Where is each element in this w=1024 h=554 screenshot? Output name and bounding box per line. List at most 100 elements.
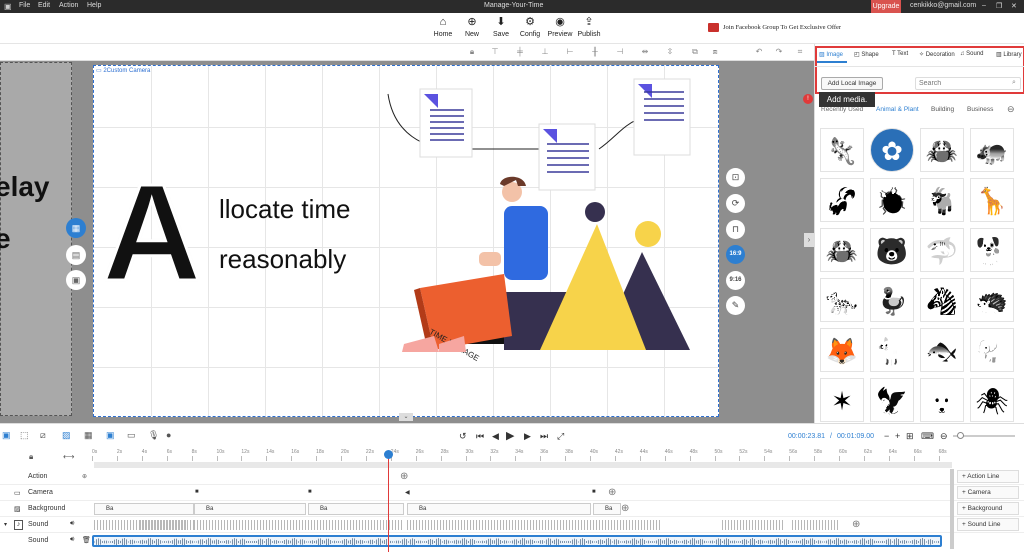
menu-edit[interactable]: Edit bbox=[38, 2, 50, 9]
sound-clip[interactable] bbox=[792, 520, 838, 530]
image-thumb-giraffe[interactable]: 🦒 bbox=[970, 178, 1014, 222]
tab-text[interactable]: T Text bbox=[892, 51, 908, 57]
sound-clip[interactable] bbox=[407, 520, 501, 530]
big-letter-a[interactable]: A bbox=[101, 163, 204, 304]
grid-toggle-button[interactable]: ▦ bbox=[66, 218, 86, 238]
publish-button[interactable]: ⇪ Publish bbox=[574, 15, 604, 38]
image-thumb-hippo[interactable]: 🦛 bbox=[970, 128, 1014, 172]
tab-shape[interactable]: ◰ Shape bbox=[854, 51, 879, 58]
config-button[interactable]: ⚙ Config bbox=[515, 15, 545, 38]
add-local-image-button[interactable]: Add Local Image bbox=[821, 77, 883, 90]
edit-frame-icon[interactable]: ⧄ bbox=[40, 430, 46, 441]
image-thumb-duck[interactable]: 🦆 bbox=[870, 278, 914, 322]
image-thumb-lizard[interactable]: 🦎 bbox=[820, 128, 864, 172]
collapse-timeline-button[interactable]: ⌄ bbox=[399, 413, 413, 421]
image-thumb-eagle[interactable]: 🦅 bbox=[870, 378, 914, 422]
time-management-illustration[interactable]: TIME MANAGE bbox=[384, 74, 719, 374]
preview-button[interactable]: ◉ Preview bbox=[545, 15, 575, 38]
image-thumb-panther[interactable]: 🐈 bbox=[870, 328, 914, 372]
image-thumb-fish[interactable]: 🐟 bbox=[920, 328, 964, 372]
menu-action[interactable]: Action bbox=[59, 2, 78, 9]
category-animal-plant[interactable]: Animal & Plant bbox=[876, 106, 919, 113]
tab-sound[interactable]: ♫ Sound bbox=[960, 51, 984, 57]
align-top-icon[interactable]: ⊤ bbox=[490, 47, 500, 57]
timeline-lock-icon[interactable]: 🔒︎ bbox=[29, 452, 33, 462]
image-thumb-crab-outline[interactable]: 🦀 bbox=[820, 228, 864, 272]
ungroup-icon[interactable]: ⧈ bbox=[710, 47, 720, 57]
fit-icon[interactable]: ⊞ bbox=[906, 431, 914, 442]
background-clip[interactable]: Ba bbox=[308, 503, 404, 515]
fullscreen-icon[interactable]: ⤢ bbox=[557, 431, 564, 442]
camera-keyframe[interactable]: ■ bbox=[592, 489, 596, 495]
crop-icon[interactable]: ⌗ bbox=[795, 47, 805, 57]
playhead-line[interactable] bbox=[388, 452, 389, 552]
more-categories-icon[interactable]: ⊖ bbox=[1007, 104, 1015, 115]
distribute-h-icon[interactable]: ⇹ bbox=[640, 47, 650, 57]
tab-decoration[interactable]: ✧ Decoration bbox=[919, 51, 955, 58]
image-thumb-wolf[interactable]: 🐺 bbox=[920, 378, 964, 422]
sound-clip[interactable] bbox=[140, 520, 186, 530]
add-sound-icon[interactable]: ⊕ bbox=[852, 519, 860, 530]
track-delete-icon[interactable]: 🗑︎ bbox=[82, 536, 91, 544]
image-thumb-pup[interactable]: 🐕 bbox=[970, 228, 1014, 272]
image-thumb-goat[interactable]: 🐐 bbox=[920, 178, 964, 222]
add-camera-button[interactable]: + Camera bbox=[957, 486, 1019, 499]
background-clip[interactable]: Ba bbox=[94, 503, 194, 515]
mic-icon[interactable]: 🎙︎ bbox=[148, 430, 159, 441]
camera-keyframe[interactable]: ◀ bbox=[405, 489, 410, 496]
image-thumb-polar-bear[interactable]: 🐻 bbox=[870, 228, 914, 272]
rotate-button[interactable]: ⟳ bbox=[726, 194, 745, 213]
image-thumb-dandelion[interactable]: ✿ bbox=[870, 128, 914, 172]
expand-icon[interactable]: ⟷ bbox=[63, 452, 74, 461]
skip-start-icon[interactable]: ⏮ bbox=[476, 431, 484, 442]
monitor-icon[interactable]: ▭ bbox=[127, 430, 136, 441]
snapshot-button[interactable]: ⊡ bbox=[726, 168, 745, 187]
save-button[interactable]: ⬇ Save bbox=[486, 15, 516, 38]
image-thumb-spider[interactable]: 🕷 bbox=[970, 378, 1014, 422]
minus-icon[interactable]: − bbox=[884, 431, 889, 441]
category-business[interactable]: Business bbox=[967, 106, 993, 113]
close-icon[interactable]: ✕ bbox=[1011, 2, 1017, 10]
image-thumb-zebra[interactable]: 🦓 bbox=[920, 278, 964, 322]
scroll-track[interactable] bbox=[94, 462, 952, 468]
align-center-icon[interactable]: ╫ bbox=[590, 47, 600, 57]
headline-line-1[interactable]: llocate time bbox=[219, 194, 351, 225]
main-sound-clip[interactable] bbox=[92, 535, 942, 547]
align-right-icon[interactable]: ⊣ bbox=[615, 47, 625, 57]
ratio-16-9-button[interactable]: 16:9 bbox=[726, 245, 745, 264]
scene-canvas[interactable]: ▭ 2Custom Camera A llocate time reasonab… bbox=[93, 65, 719, 417]
action-lock-icon[interactable]: ⊕ bbox=[82, 473, 87, 480]
step-back-icon[interactable]: ◀ bbox=[492, 431, 499, 442]
add-action-line-button[interactable]: + Action Line bbox=[957, 470, 1019, 483]
play-button[interactable]: ▶ bbox=[506, 429, 514, 442]
add-sound-line-button[interactable]: + Sound Line bbox=[957, 518, 1019, 531]
promo-link[interactable]: Join Facebook Group To Get Exclusive Off… bbox=[723, 24, 841, 31]
ratio-9-16-button[interactable]: 9:16 bbox=[726, 271, 745, 290]
add-action-icon[interactable]: ⊕ bbox=[400, 471, 408, 482]
volume-icon[interactable]: 🔊︎ bbox=[70, 520, 74, 528]
redo-icon[interactable]: ↷ bbox=[774, 47, 784, 57]
plus-icon[interactable]: + bbox=[895, 431, 900, 441]
menu-file[interactable]: File bbox=[19, 2, 30, 9]
volume-icon[interactable]: 🔊︎ bbox=[70, 536, 74, 544]
search-icon[interactable]: ⌕ bbox=[1012, 79, 1016, 87]
new-button[interactable]: ⊕ New bbox=[457, 15, 487, 38]
category-building[interactable]: Building bbox=[931, 106, 954, 113]
search-box[interactable]: ⌕ bbox=[915, 77, 1021, 90]
image-thumb-fox[interactable]: 🦊 bbox=[820, 328, 864, 372]
skip-end-icon[interactable]: ⏭ bbox=[540, 431, 548, 442]
frame-icon[interactable]: ⬚ bbox=[20, 430, 29, 441]
collapse-sound-icon[interactable]: ▾ bbox=[4, 521, 7, 528]
playhead-handle[interactable] bbox=[384, 450, 393, 459]
home-button[interactable]: ⌂ Home bbox=[428, 15, 458, 38]
minimize-icon[interactable]: – bbox=[982, 2, 986, 9]
image-thumb-starfish[interactable]: ✶ bbox=[820, 378, 864, 422]
menu-help[interactable]: Help bbox=[87, 2, 101, 9]
collapse-panel-button[interactable]: › bbox=[804, 233, 814, 247]
step-forward-icon[interactable]: ▶ bbox=[524, 431, 531, 442]
headline-line-2[interactable]: reasonably bbox=[219, 244, 346, 275]
sound-clip[interactable] bbox=[593, 520, 661, 530]
image-thumb-skunk[interactable]: 🦨 bbox=[820, 178, 864, 222]
lock-canvas-button[interactable]: ⊓ bbox=[726, 220, 745, 239]
loop-icon[interactable]: ↺ bbox=[459, 431, 467, 442]
